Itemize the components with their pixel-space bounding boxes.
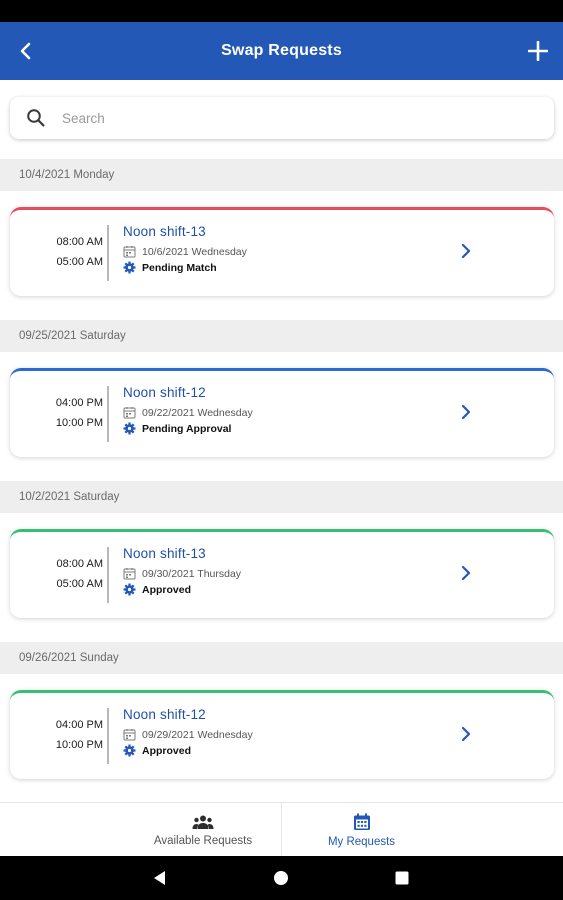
- swap-request-list[interactable]: 10/4/2021 Monday 08:00 AM 05:00 AM Noon …: [0, 159, 563, 802]
- shift-date: 09/22/2021 Wednesday: [142, 406, 253, 419]
- chevron-right-icon[interactable]: [458, 561, 474, 585]
- shift-times: 08:00 AM 05:00 AM: [10, 532, 103, 618]
- divider: [107, 225, 109, 281]
- gear-icon: [123, 583, 136, 596]
- recents-square-icon[interactable]: [393, 869, 411, 887]
- shift-date: 09/30/2021 Thursday: [142, 567, 242, 580]
- gear-icon: [123, 422, 136, 435]
- date-section: 10/2/2021 Saturday 08:00 AM 05:00 AM Noo…: [0, 481, 563, 642]
- chevron-right-icon[interactable]: [458, 400, 474, 424]
- gear-icon: [123, 744, 136, 757]
- chevron-right-icon[interactable]: [458, 239, 474, 263]
- swap-request-card[interactable]: 08:00 AM 05:00 AM Noon shift-13 10/6/202…: [10, 207, 554, 296]
- page-title: Swap Requests: [221, 42, 342, 59]
- chevron-right-icon[interactable]: [458, 722, 474, 746]
- gear-icon: [123, 261, 136, 274]
- end-time: 10:00 PM: [55, 416, 103, 429]
- start-time: 04:00 PM: [55, 396, 103, 409]
- end-time: 10:00 PM: [55, 738, 103, 751]
- home-circle-icon[interactable]: [272, 869, 290, 887]
- start-time: 08:00 AM: [56, 235, 103, 248]
- shift-name: Noon shift-12: [123, 385, 206, 400]
- people-icon: [192, 815, 214, 829]
- search-input[interactable]: [62, 110, 502, 126]
- tab-my-requests-label: My Requests: [327, 835, 396, 848]
- search-area: [0, 80, 563, 159]
- status-text: Approved: [142, 583, 192, 596]
- app-bar: Swap Requests: [0, 22, 563, 80]
- calendar-icon: [123, 568, 136, 580]
- shift-info: Noon shift-13 10/6/2021 Wednesday Pendin…: [123, 224, 247, 274]
- tab-my-requests[interactable]: My Requests: [281, 803, 441, 857]
- shift-name: Noon shift-13: [123, 224, 206, 239]
- back-triangle-icon[interactable]: [151, 869, 169, 887]
- divider: [107, 547, 109, 603]
- calendar-icon: [123, 246, 136, 258]
- tab-available-label: Available Requests: [153, 834, 253, 847]
- shift-date: 10/6/2021 Wednesday: [142, 245, 247, 258]
- system-nav-bar: [0, 856, 563, 900]
- divider: [107, 708, 109, 764]
- status-text: Pending Approval: [142, 422, 232, 435]
- end-time: 05:00 AM: [56, 255, 103, 268]
- bottom-nav: Available Requests My Requests: [0, 802, 563, 857]
- shift-info: Noon shift-12 09/22/2021 Wednesday Pendi…: [123, 385, 253, 435]
- shift-info: Noon shift-12 09/29/2021 Wednesday Appro…: [123, 707, 253, 757]
- back-button[interactable]: [12, 37, 38, 65]
- plus-icon: [528, 41, 548, 61]
- date-section: 10/4/2021 Monday 08:00 AM 05:00 AM Noon …: [0, 159, 563, 320]
- date-section: 09/26/2021 Sunday 04:00 PM 10:00 PM Noon…: [0, 642, 563, 802]
- shift-times: 08:00 AM 05:00 AM: [10, 210, 103, 296]
- calendar-icon: [123, 407, 136, 419]
- shift-info: Noon shift-13 09/30/2021 Thursday Approv…: [123, 546, 241, 596]
- shift-times: 04:00 PM 10:00 PM: [10, 371, 103, 457]
- swap-request-card[interactable]: 04:00 PM 10:00 PM Noon shift-12 09/29/20…: [10, 690, 554, 779]
- swap-request-card[interactable]: 08:00 AM 05:00 AM Noon shift-13 09/30/20…: [10, 529, 554, 618]
- shift-name: Noon shift-12: [123, 707, 206, 722]
- status-bar: [0, 0, 563, 22]
- search-icon: [27, 109, 45, 127]
- end-time: 05:00 AM: [56, 577, 103, 590]
- swap-request-card[interactable]: 04:00 PM 10:00 PM Noon shift-12 09/22/20…: [10, 368, 554, 457]
- start-time: 04:00 PM: [55, 718, 103, 731]
- date-header: 09/25/2021 Saturday: [0, 320, 563, 352]
- date-header: 10/2/2021 Saturday: [0, 481, 563, 513]
- status-text: Approved: [142, 744, 192, 757]
- date-section: 09/25/2021 Saturday 04:00 PM 10:00 PM No…: [0, 320, 563, 481]
- divider: [107, 386, 109, 442]
- add-request-button[interactable]: [523, 36, 553, 66]
- chevron-left-icon: [20, 42, 31, 60]
- calendar-icon: [353, 813, 370, 830]
- shift-times: 04:00 PM 10:00 PM: [10, 693, 103, 779]
- search-bar[interactable]: [10, 97, 554, 139]
- calendar-icon: [123, 729, 136, 741]
- start-time: 08:00 AM: [56, 557, 103, 570]
- shift-date: 09/29/2021 Wednesday: [142, 728, 253, 741]
- shift-name: Noon shift-13: [123, 546, 206, 561]
- date-header: 10/4/2021 Monday: [0, 159, 563, 191]
- tab-available-requests[interactable]: Available Requests: [123, 803, 283, 857]
- status-text: Pending Match: [142, 261, 217, 274]
- date-header: 09/26/2021 Sunday: [0, 642, 563, 674]
